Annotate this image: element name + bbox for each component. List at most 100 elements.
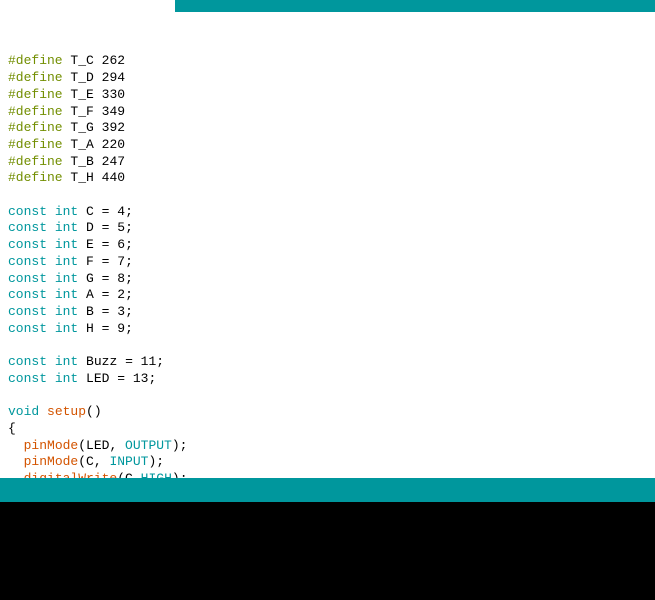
- keyword: const: [8, 254, 47, 269]
- var-value: 6: [117, 237, 125, 252]
- macro-value: 349: [102, 104, 125, 119]
- brace: {: [8, 421, 16, 436]
- preproc-keyword: #define: [8, 120, 63, 135]
- code-editor[interactable]: #define T_C 262 #define T_D 294 #define …: [0, 12, 655, 478]
- var-value: 9: [117, 321, 125, 336]
- code-line: const int E = 6;: [8, 237, 647, 254]
- code-line: const int Buzz = 11;: [8, 354, 647, 371]
- arg: C: [125, 471, 133, 478]
- op: =: [94, 287, 117, 302]
- semi: ;: [125, 287, 133, 302]
- macro-value: 294: [102, 70, 125, 85]
- macro-name: T_B: [70, 154, 93, 169]
- semi: ;: [180, 438, 188, 453]
- keyword: int: [55, 321, 78, 336]
- function-name: setup: [47, 404, 86, 419]
- macro-value: 330: [102, 87, 125, 102]
- semi: ;: [180, 471, 188, 478]
- var-name: D: [86, 220, 94, 235]
- var-name: A: [86, 287, 94, 302]
- paren: ): [94, 404, 102, 419]
- var-value: 3: [117, 304, 125, 319]
- var-value: 11: [141, 354, 157, 369]
- preproc-keyword: #define: [8, 104, 63, 119]
- var-name: C: [86, 204, 94, 219]
- op: =: [94, 220, 117, 235]
- arg: LED: [86, 438, 109, 453]
- code-line: #define T_D 294: [8, 70, 647, 87]
- keyword: int: [55, 371, 78, 386]
- semi: ;: [125, 237, 133, 252]
- var-value: 5: [117, 220, 125, 235]
- comma: ,: [133, 471, 141, 478]
- var-value: 13: [133, 371, 149, 386]
- keyword: int: [55, 254, 78, 269]
- builtin-fn: pinMode: [24, 438, 79, 453]
- code-line: const int LED = 13;: [8, 371, 647, 388]
- comma: ,: [94, 454, 110, 469]
- indent: [8, 471, 24, 478]
- macro-name: T_F: [70, 104, 93, 119]
- op: =: [94, 237, 117, 252]
- var-name: E: [86, 237, 94, 252]
- semi: ;: [156, 454, 164, 469]
- indent: [8, 438, 24, 453]
- code-line: const int G = 8;: [8, 271, 647, 288]
- keyword: int: [55, 354, 78, 369]
- paren: (: [78, 454, 86, 469]
- keyword: int: [55, 304, 78, 319]
- var-name: LED: [86, 371, 109, 386]
- keyword: int: [55, 220, 78, 235]
- code-line: #define T_H 440: [8, 170, 647, 187]
- macro-name: T_H: [70, 170, 93, 185]
- keyword: const: [8, 371, 47, 386]
- tab-bar: [0, 0, 655, 12]
- active-tab[interactable]: [0, 0, 175, 12]
- macro-name: T_C: [70, 53, 93, 68]
- keyword: int: [55, 271, 78, 286]
- semi: ;: [156, 354, 164, 369]
- keyword: int: [55, 204, 78, 219]
- blank-line: [8, 187, 647, 204]
- code-line: const int A = 2;: [8, 287, 647, 304]
- builtin-fn: digitalWrite: [24, 471, 118, 478]
- macro-value: 262: [102, 53, 125, 68]
- var-name: H: [86, 321, 94, 336]
- arg: OUTPUT: [125, 438, 172, 453]
- paren: ): [172, 438, 180, 453]
- blank-line: [8, 387, 647, 404]
- macro-value: 247: [102, 154, 125, 169]
- op: =: [94, 304, 117, 319]
- keyword: void: [8, 404, 39, 419]
- code-line: const int D = 5;: [8, 220, 647, 237]
- blank-line: [8, 337, 647, 354]
- macro-name: T_E: [70, 87, 93, 102]
- op: =: [109, 371, 132, 386]
- macro-value: 392: [102, 120, 125, 135]
- keyword: const: [8, 220, 47, 235]
- code-line: pinMode(C, INPUT);: [8, 454, 647, 471]
- arg: C: [86, 454, 94, 469]
- var-name: F: [86, 254, 94, 269]
- preproc-keyword: #define: [8, 87, 63, 102]
- keyword: const: [8, 354, 47, 369]
- semi: ;: [148, 371, 156, 386]
- code-line: const int B = 3;: [8, 304, 647, 321]
- console-panel[interactable]: [0, 502, 655, 600]
- keyword: const: [8, 237, 47, 252]
- var-name: B: [86, 304, 94, 319]
- keyword: const: [8, 287, 47, 302]
- paren: (: [78, 438, 86, 453]
- code-line: const int C = 4;: [8, 204, 647, 221]
- op: =: [94, 254, 117, 269]
- var-value: 4: [117, 204, 125, 219]
- arg: INPUT: [109, 454, 148, 469]
- keyword: int: [55, 237, 78, 252]
- macro-value: 440: [102, 170, 125, 185]
- paren: (: [117, 471, 125, 478]
- var-value: 7: [117, 254, 125, 269]
- arg: HIGH: [141, 471, 172, 478]
- preproc-keyword: #define: [8, 154, 63, 169]
- macro-value: 220: [102, 137, 125, 152]
- code-line: void setup(): [8, 404, 647, 421]
